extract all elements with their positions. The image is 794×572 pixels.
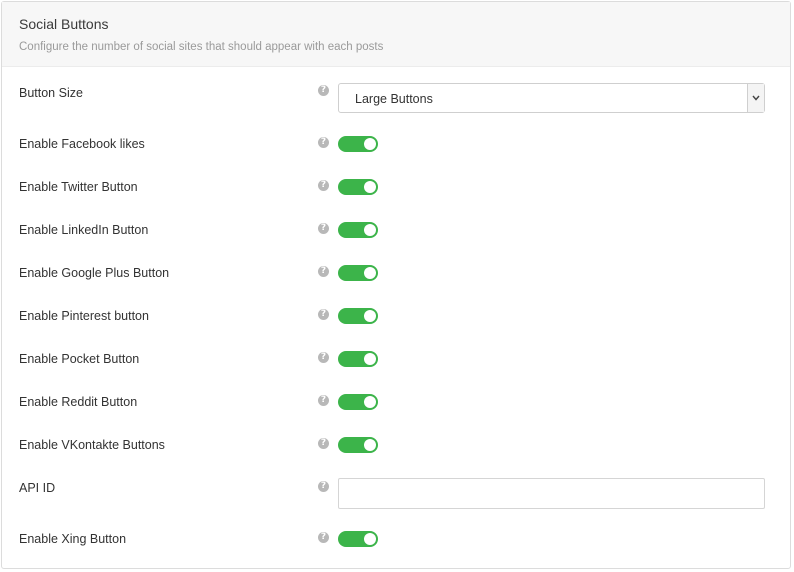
toggle-knob [364, 439, 376, 451]
setting-label: Enable Reddit Button [19, 395, 138, 409]
button-size-selected-value: Large Buttons [355, 92, 433, 106]
facebook-toggle[interactable] [338, 136, 378, 152]
help-icon[interactable]: ? [318, 309, 329, 320]
pinterest-toggle[interactable] [338, 308, 378, 324]
setting-row-twitter: Enable Twitter Button ? [2, 172, 790, 202]
panel-title: Social Buttons [19, 16, 109, 32]
setting-row-facebook: Enable Facebook likes ? [2, 129, 790, 159]
toggle-knob [364, 267, 376, 279]
setting-row-xing: Enable Xing Button ? [2, 524, 790, 554]
help-icon[interactable]: ? [318, 438, 329, 449]
reddit-toggle[interactable] [338, 394, 378, 410]
setting-label: Enable Pinterest button [19, 309, 149, 323]
xing-toggle[interactable] [338, 531, 378, 547]
pocket-toggle[interactable] [338, 351, 378, 367]
toggle-knob [364, 224, 376, 236]
help-icon[interactable]: ? [318, 85, 329, 96]
help-icon[interactable]: ? [318, 223, 329, 234]
setting-row-reddit: Enable Reddit Button ? [2, 387, 790, 417]
panel-header: Social Buttons Configure the number of s… [2, 2, 790, 67]
toggle-knob [364, 353, 376, 365]
chevron-down-icon[interactable] [747, 84, 764, 112]
panel-description: Configure the number of social sites tha… [19, 41, 384, 53]
setting-label: Enable Facebook likes [19, 137, 145, 151]
setting-row-linkedin: Enable LinkedIn Button ? [2, 215, 790, 245]
setting-row-api-id: API ID ? [2, 478, 790, 509]
setting-label: Enable Xing Button [19, 532, 127, 546]
help-icon[interactable]: ? [318, 532, 329, 543]
toggle-knob [364, 181, 376, 193]
setting-label: API ID [19, 481, 56, 495]
twitter-toggle[interactable] [338, 179, 378, 195]
toggle-knob [364, 310, 376, 322]
setting-label: Enable VKontakte Buttons [19, 438, 165, 452]
help-icon[interactable]: ? [318, 266, 329, 277]
api-id-input[interactable] [338, 478, 765, 509]
setting-label: Enable Pocket Button [19, 352, 140, 366]
setting-label: Button Size [19, 86, 83, 100]
vkontakte-toggle[interactable] [338, 437, 378, 453]
social-buttons-panel: Social Buttons Configure the number of s… [1, 1, 791, 569]
help-icon[interactable]: ? [318, 352, 329, 363]
setting-row-pinterest: Enable Pinterest button ? [2, 301, 790, 331]
help-icon[interactable]: ? [318, 481, 329, 492]
setting-label: Enable Twitter Button [19, 180, 138, 194]
setting-row-vkontakte: Enable VKontakte Buttons ? [2, 430, 790, 460]
help-icon[interactable]: ? [318, 180, 329, 191]
linkedin-toggle[interactable] [338, 222, 378, 238]
help-icon[interactable]: ? [318, 395, 329, 406]
setting-label: Enable Google Plus Button [19, 266, 170, 280]
toggle-knob [364, 138, 376, 150]
setting-row-google-plus: Enable Google Plus Button ? [2, 258, 790, 288]
help-icon[interactable]: ? [318, 137, 329, 148]
setting-row-pocket: Enable Pocket Button ? [2, 344, 790, 374]
setting-label: Enable LinkedIn Button [19, 223, 149, 237]
toggle-knob [364, 533, 376, 545]
toggle-knob [364, 396, 376, 408]
google-plus-toggle[interactable] [338, 265, 378, 281]
setting-row-button-size: Button Size ? Large Buttons [2, 83, 790, 113]
button-size-select[interactable]: Large Buttons [338, 83, 765, 113]
